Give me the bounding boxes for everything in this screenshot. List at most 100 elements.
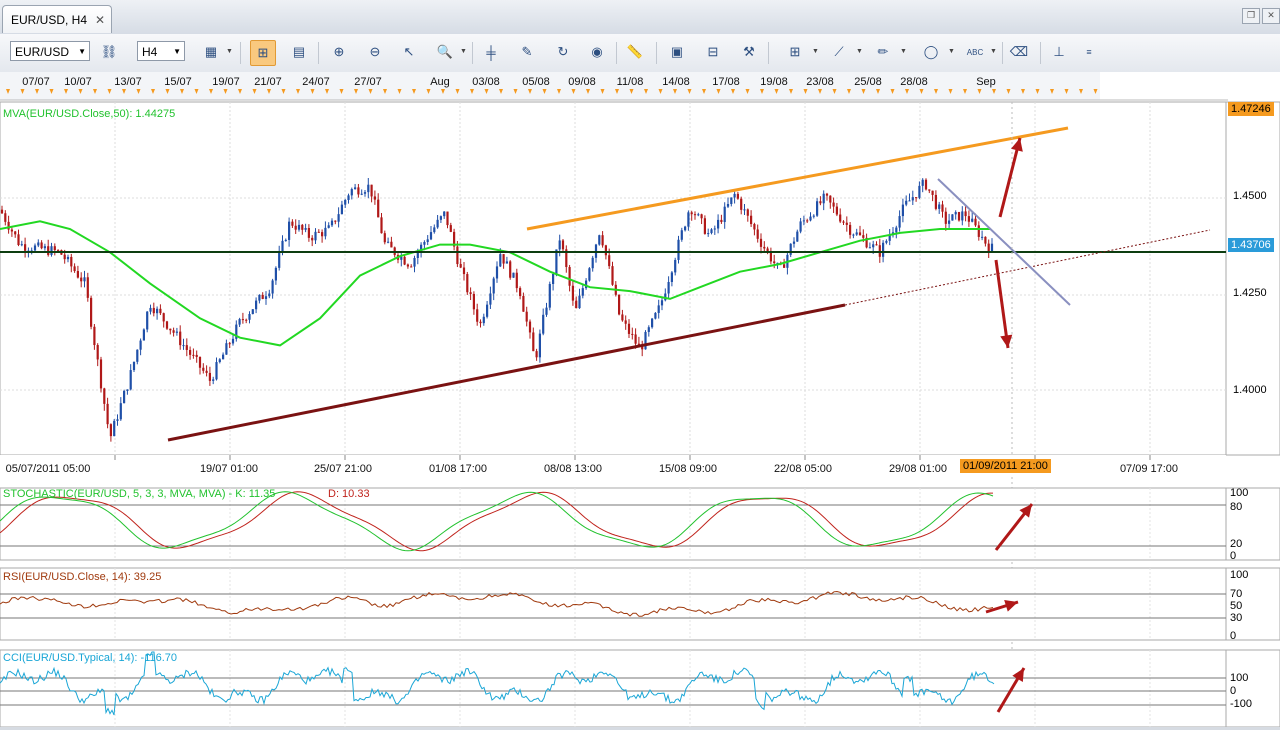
- candle: [954, 212, 957, 215]
- candle: [433, 227, 436, 233]
- refresh-icon[interactable]: ↻: [552, 41, 574, 63]
- chevron-down-icon[interactable]: ▼: [900, 48, 907, 55]
- candle: [502, 254, 505, 264]
- candle: [667, 281, 670, 294]
- candles-icon[interactable]: ⊞: [250, 40, 276, 66]
- picture-icon[interactable]: ▣: [666, 41, 688, 63]
- globe-icon[interactable]: ◉: [586, 41, 608, 63]
- candle: [0, 209, 4, 214]
- draw-icon[interactable]: ✎: [516, 41, 538, 63]
- tab-eurusd-h4[interactable]: EUR/USD, H4 ✕: [2, 5, 112, 33]
- candle: [10, 229, 13, 232]
- candle: [139, 340, 142, 350]
- candle: [208, 372, 211, 381]
- toolbar-buttons: ▦ ▼ ⊞ ▤ ⊕ ⊖ ↖ 🔍 ▼ ╪ ✎ ↻ ◉ 📏 ▣ ⊟ ⚒ ⊞ ▼ ⟋ …: [0, 34, 1100, 72]
- indicators-icon[interactable]: ⚒: [738, 41, 760, 63]
- top-date-label: 28/08: [900, 76, 928, 88]
- line-tool-icon[interactable]: ⟋: [828, 41, 850, 63]
- candle: [367, 184, 370, 193]
- chevron-down-icon[interactable]: ▼: [856, 48, 863, 55]
- candle: [17, 234, 20, 246]
- tab-bar: EUR/USD, H4 ✕ ❐ ✕: [0, 0, 1280, 35]
- rsi-tick: 70: [1230, 588, 1243, 600]
- candle: [146, 311, 149, 330]
- eraser-icon[interactable]: ⌫: [1008, 41, 1030, 63]
- candle: [654, 312, 657, 319]
- candle: [162, 313, 165, 322]
- candle: [469, 292, 472, 294]
- cci-tick: -100: [1230, 698, 1253, 710]
- candle: [172, 330, 175, 333]
- ruler-icon[interactable]: 📏: [624, 41, 646, 63]
- candle: [423, 242, 426, 245]
- chevron-down-icon[interactable]: ▼: [812, 48, 819, 55]
- cci-frame: [0, 649, 1227, 728]
- layout-icon[interactable]: ⊥: [1048, 41, 1070, 63]
- candle: [627, 323, 631, 334]
- candle: [766, 248, 769, 252]
- candle: [426, 239, 429, 243]
- candle: [406, 264, 409, 267]
- candle: [878, 245, 881, 257]
- close-tab-icon[interactable]: ✕: [95, 13, 105, 27]
- chevron-down-icon[interactable]: ▼: [460, 48, 467, 55]
- candle: [928, 189, 931, 191]
- candle: [307, 228, 310, 238]
- candle: [802, 220, 805, 222]
- candle: [466, 274, 469, 293]
- restore-window-icon[interactable]: ❐: [1242, 8, 1260, 24]
- zoom-area-icon[interactable]: 🔍: [434, 41, 456, 63]
- chart-canvas[interactable]: 07/07 10/07 13/07 15/07 19/07 21/07 24/07 27/07…: [0, 72, 1280, 728]
- candle: [20, 244, 23, 246]
- candle: [680, 230, 683, 240]
- candle: [911, 197, 914, 201]
- tab-title: EUR/USD, H4: [11, 12, 88, 27]
- more-options-icon[interactable]: ≡: [1078, 41, 1100, 63]
- candle: [759, 238, 763, 247]
- chevron-down-icon[interactable]: ▼: [226, 48, 233, 55]
- chevron-down-icon[interactable]: ▼: [990, 48, 997, 55]
- candle: [33, 245, 37, 251]
- candle: [304, 228, 307, 230]
- candle: [136, 349, 139, 362]
- crosshair-icon[interactable]: ╪: [480, 41, 502, 63]
- time-axis-label: 19/07 01:00: [200, 463, 258, 475]
- candle: [492, 278, 495, 294]
- close-window-icon[interactable]: ✕: [1262, 8, 1280, 24]
- candle: [380, 217, 383, 234]
- add-study-icon[interactable]: ⊞: [784, 41, 806, 63]
- chart-type-icon[interactable]: ▦: [200, 41, 222, 63]
- candle: [132, 361, 136, 371]
- current-price-tag: 1.43706: [1228, 238, 1274, 252]
- cci-tick: 0: [1230, 685, 1237, 697]
- template-icon[interactable]: ⊟: [702, 41, 724, 63]
- candle: [849, 224, 852, 235]
- candle: [363, 192, 367, 194]
- candle: [591, 257, 594, 269]
- candle: [608, 255, 611, 267]
- ellipse-icon[interactable]: ◯: [920, 41, 942, 63]
- zoom-out-icon[interactable]: ⊖: [364, 41, 386, 63]
- candle: [984, 236, 987, 244]
- chart-properties-icon[interactable]: ▤: [288, 41, 310, 63]
- candle: [578, 295, 581, 309]
- candle: [674, 259, 677, 273]
- candle: [90, 297, 93, 327]
- pencil-icon[interactable]: ✏: [872, 41, 894, 63]
- candle: [116, 419, 119, 421]
- candle: [700, 214, 703, 219]
- candle: [948, 220, 951, 224]
- candle: [621, 314, 624, 321]
- chart-area[interactable]: 07/07 10/07 13/07 15/07 19/07 21/07 24/07 27/07…: [0, 72, 1280, 728]
- candle: [934, 194, 937, 209]
- chevron-down-icon[interactable]: ▼: [948, 48, 955, 55]
- toolbar-separator: [1002, 42, 1003, 64]
- candle: [855, 232, 858, 235]
- candle: [842, 221, 845, 223]
- zoom-in-icon[interactable]: ⊕: [328, 41, 350, 63]
- time-axis-label: 25/07 21:00: [314, 463, 372, 475]
- text-tool-icon[interactable]: ABC: [964, 41, 986, 63]
- top-date-label: 27/07: [354, 76, 382, 88]
- pointer-icon[interactable]: ↖: [398, 41, 420, 63]
- candle: [202, 367, 205, 371]
